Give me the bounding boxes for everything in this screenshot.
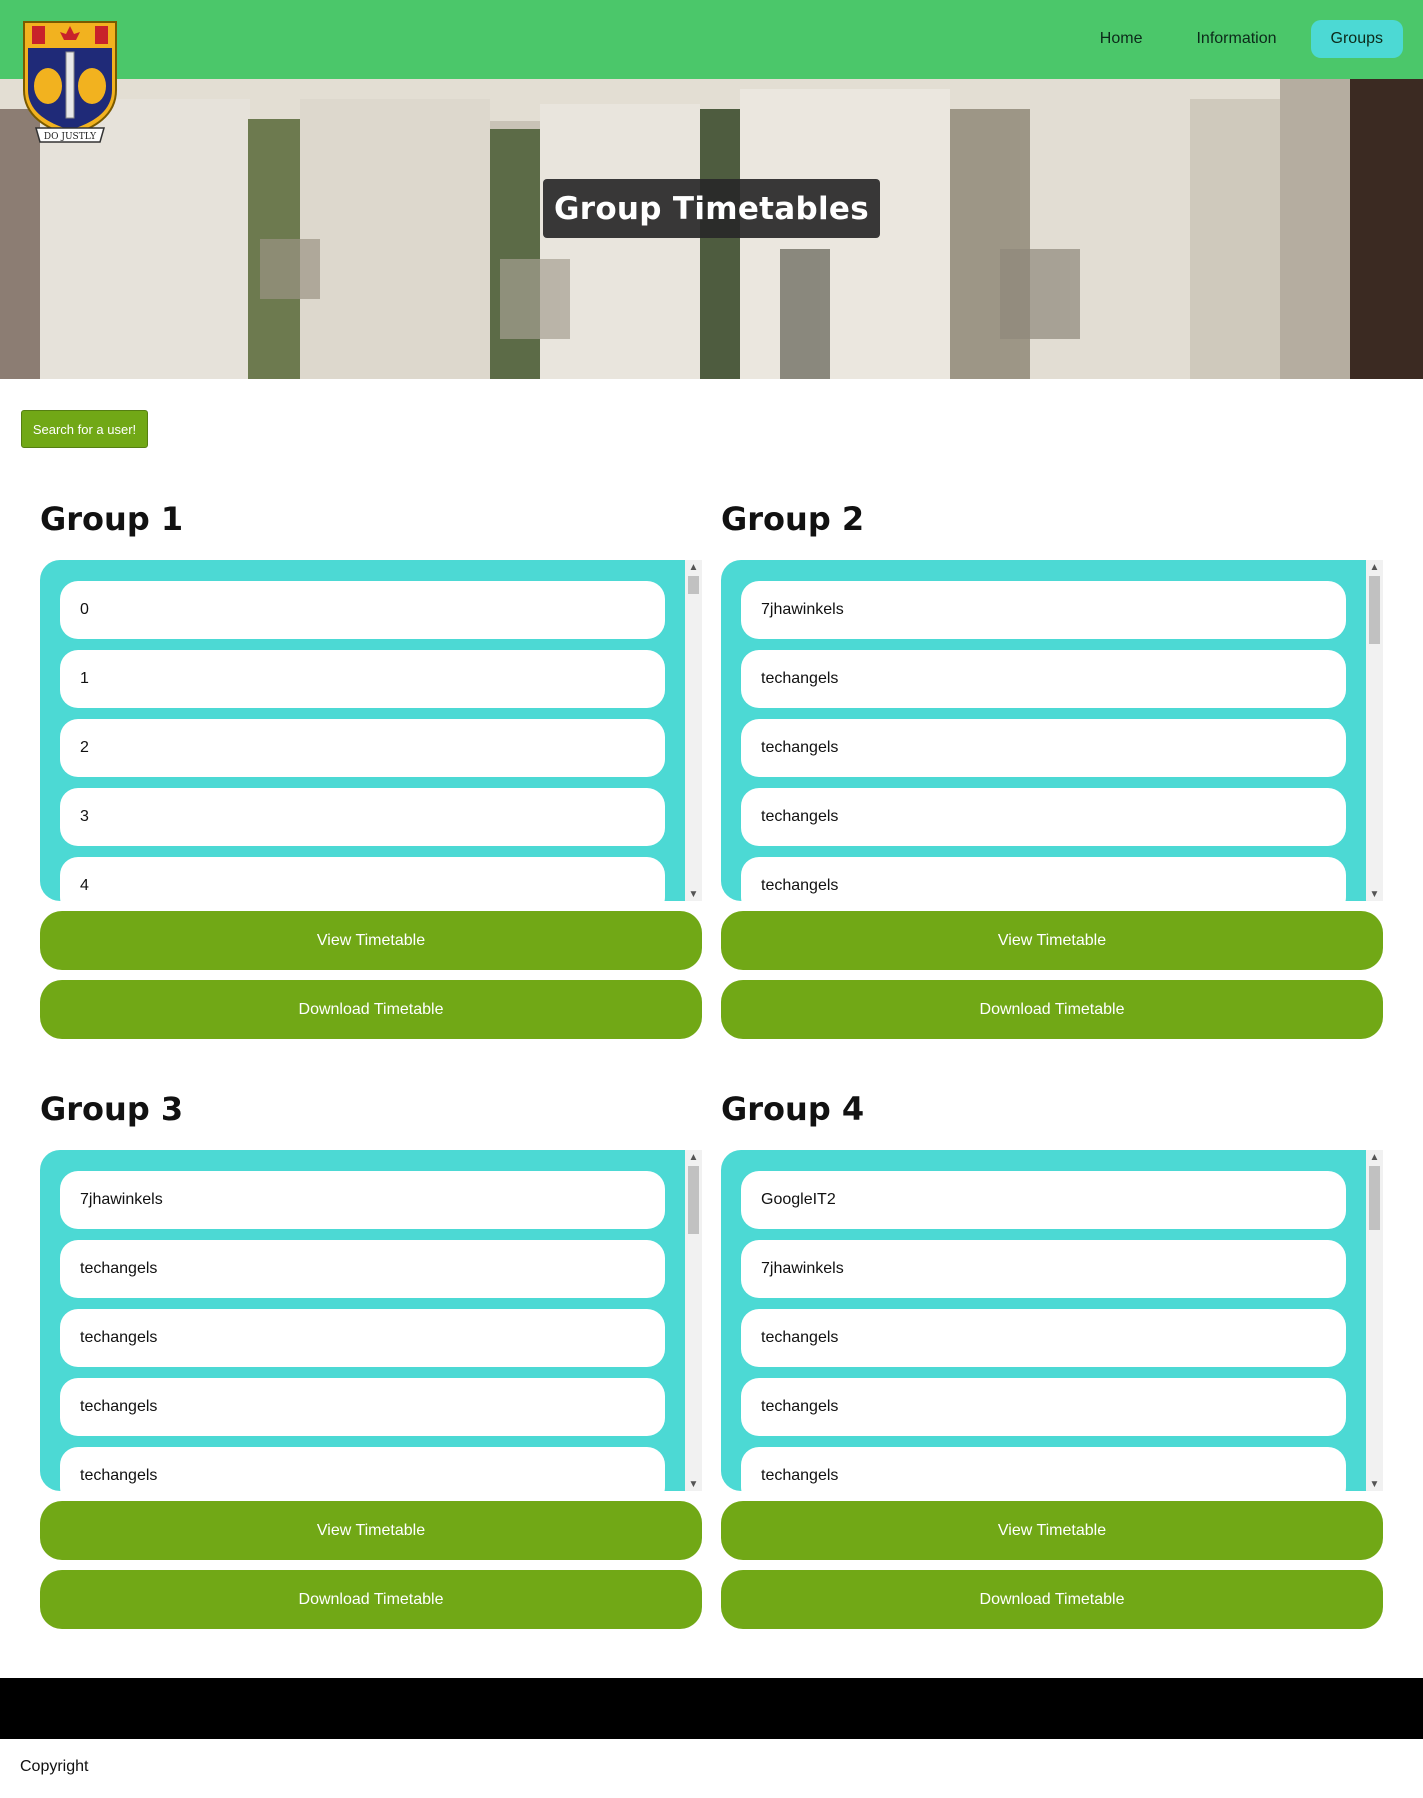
list-item[interactable]: techangels: [741, 719, 1346, 777]
list-item[interactable]: 7jhawinkels: [741, 1240, 1346, 1298]
view-timetable-button[interactable]: View Timetable: [40, 911, 702, 970]
scroll-thumb[interactable]: [688, 576, 699, 594]
member-list-box: 7jhawinkels techangels techangels techan…: [721, 560, 1383, 901]
scrollbar[interactable]: ▲ ▼: [685, 560, 702, 901]
view-timetable-button[interactable]: View Timetable: [721, 911, 1383, 970]
scrollbar[interactable]: ▲ ▼: [1366, 560, 1383, 901]
list-item[interactable]: GoogleIT2: [741, 1171, 1346, 1229]
list-item[interactable]: techangels: [741, 857, 1346, 901]
footer-bar: [0, 1678, 1423, 1739]
list-item[interactable]: techangels: [60, 1378, 665, 1436]
top-navigation-bar: Home Information Groups: [0, 0, 1423, 79]
list-item[interactable]: techangels: [741, 1447, 1346, 1491]
member-list[interactable]: 7jhawinkels techangels techangels techan…: [721, 560, 1366, 901]
list-item[interactable]: 4: [60, 857, 665, 901]
svg-text:DO JUSTLY: DO JUSTLY: [44, 132, 97, 142]
nav-information[interactable]: Information: [1176, 20, 1296, 58]
nav-groups[interactable]: Groups: [1310, 20, 1403, 58]
list-item[interactable]: techangels: [60, 1240, 665, 1298]
list-item[interactable]: techangels: [741, 1309, 1346, 1367]
list-item[interactable]: 3: [60, 788, 665, 846]
list-item[interactable]: 2: [60, 719, 665, 777]
list-item[interactable]: 7jhawinkels: [60, 1171, 665, 1229]
member-list[interactable]: 0 1 2 3 4: [40, 560, 685, 901]
group-title: Group 2: [721, 500, 865, 538]
list-item[interactable]: 7jhawinkels: [741, 581, 1346, 639]
download-timetable-button[interactable]: Download Timetable: [721, 1570, 1383, 1629]
group-title: Group 3: [40, 1090, 184, 1128]
scroll-up-icon[interactable]: ▲: [685, 1150, 702, 1164]
member-list-box: GoogleIT2 7jhawinkels techangels techang…: [721, 1150, 1383, 1491]
school-crest-icon[interactable]: DO JUSTLY: [22, 20, 118, 147]
scroll-down-icon[interactable]: ▼: [1366, 887, 1383, 901]
group-title: Group 4: [721, 1090, 865, 1128]
scroll-up-icon[interactable]: ▲: [685, 560, 702, 574]
download-timetable-button[interactable]: Download Timetable: [40, 1570, 702, 1629]
scroll-thumb[interactable]: [1369, 1166, 1380, 1230]
scrollbar[interactable]: ▲ ▼: [685, 1150, 702, 1491]
member-list[interactable]: GoogleIT2 7jhawinkels techangels techang…: [721, 1150, 1366, 1491]
list-item[interactable]: techangels: [60, 1309, 665, 1367]
scroll-down-icon[interactable]: ▼: [1366, 1477, 1383, 1491]
list-item[interactable]: 1: [60, 650, 665, 708]
scroll-up-icon[interactable]: ▲: [1366, 560, 1383, 574]
search-user-button[interactable]: Search for a user!: [21, 410, 148, 448]
scroll-down-icon[interactable]: ▼: [685, 887, 702, 901]
group-title: Group 1: [40, 500, 184, 538]
list-item[interactable]: techangels: [741, 788, 1346, 846]
download-timetable-button[interactable]: Download Timetable: [721, 980, 1383, 1039]
scrollbar[interactable]: ▲ ▼: [1366, 1150, 1383, 1491]
view-timetable-button[interactable]: View Timetable: [721, 1501, 1383, 1560]
list-item[interactable]: 0: [60, 581, 665, 639]
main-nav: Home Information Groups: [1080, 20, 1403, 58]
member-list-box: 7jhawinkels techangels techangels techan…: [40, 1150, 702, 1491]
download-timetable-button[interactable]: Download Timetable: [40, 980, 702, 1039]
scroll-thumb[interactable]: [688, 1166, 699, 1234]
page-title: Group Timetables: [543, 179, 880, 238]
member-list-box: 0 1 2 3 4 ▲ ▼: [40, 560, 702, 901]
scroll-down-icon[interactable]: ▼: [685, 1477, 702, 1491]
copyright-text: Copyright: [20, 1758, 89, 1775]
list-item[interactable]: techangels: [60, 1447, 665, 1491]
list-item[interactable]: techangels: [741, 1378, 1346, 1436]
scroll-thumb[interactable]: [1369, 576, 1380, 644]
list-item[interactable]: techangels: [741, 650, 1346, 708]
nav-home[interactable]: Home: [1080, 20, 1163, 58]
view-timetable-button[interactable]: View Timetable: [40, 1501, 702, 1560]
member-list[interactable]: 7jhawinkels techangels techangels techan…: [40, 1150, 685, 1491]
hero-banner: Group Timetables: [0, 79, 1423, 379]
scroll-up-icon[interactable]: ▲: [1366, 1150, 1383, 1164]
